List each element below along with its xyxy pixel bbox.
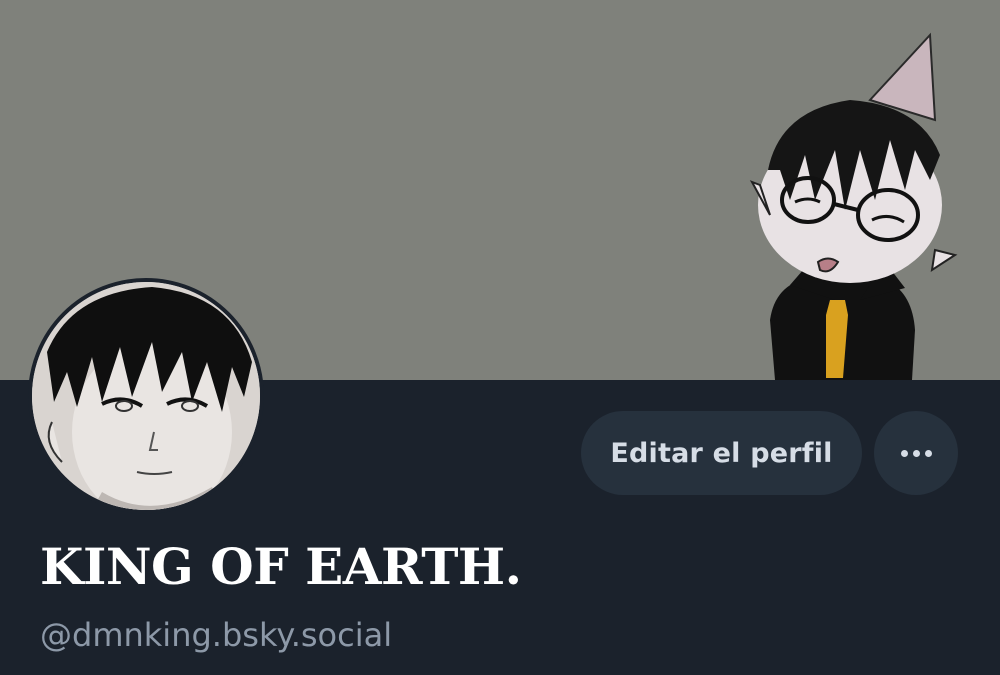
anime-character-avatar-image [32, 282, 260, 510]
edit-profile-button[interactable]: Editar el perfil [581, 411, 862, 495]
more-options-button[interactable] [874, 411, 958, 495]
ellipsis-icon [900, 449, 932, 457]
avatar[interactable] [28, 278, 264, 514]
profile-handle: @dmnking.bsky.social [40, 616, 393, 654]
profile-display-name: KING OF EARTH. [40, 537, 522, 596]
